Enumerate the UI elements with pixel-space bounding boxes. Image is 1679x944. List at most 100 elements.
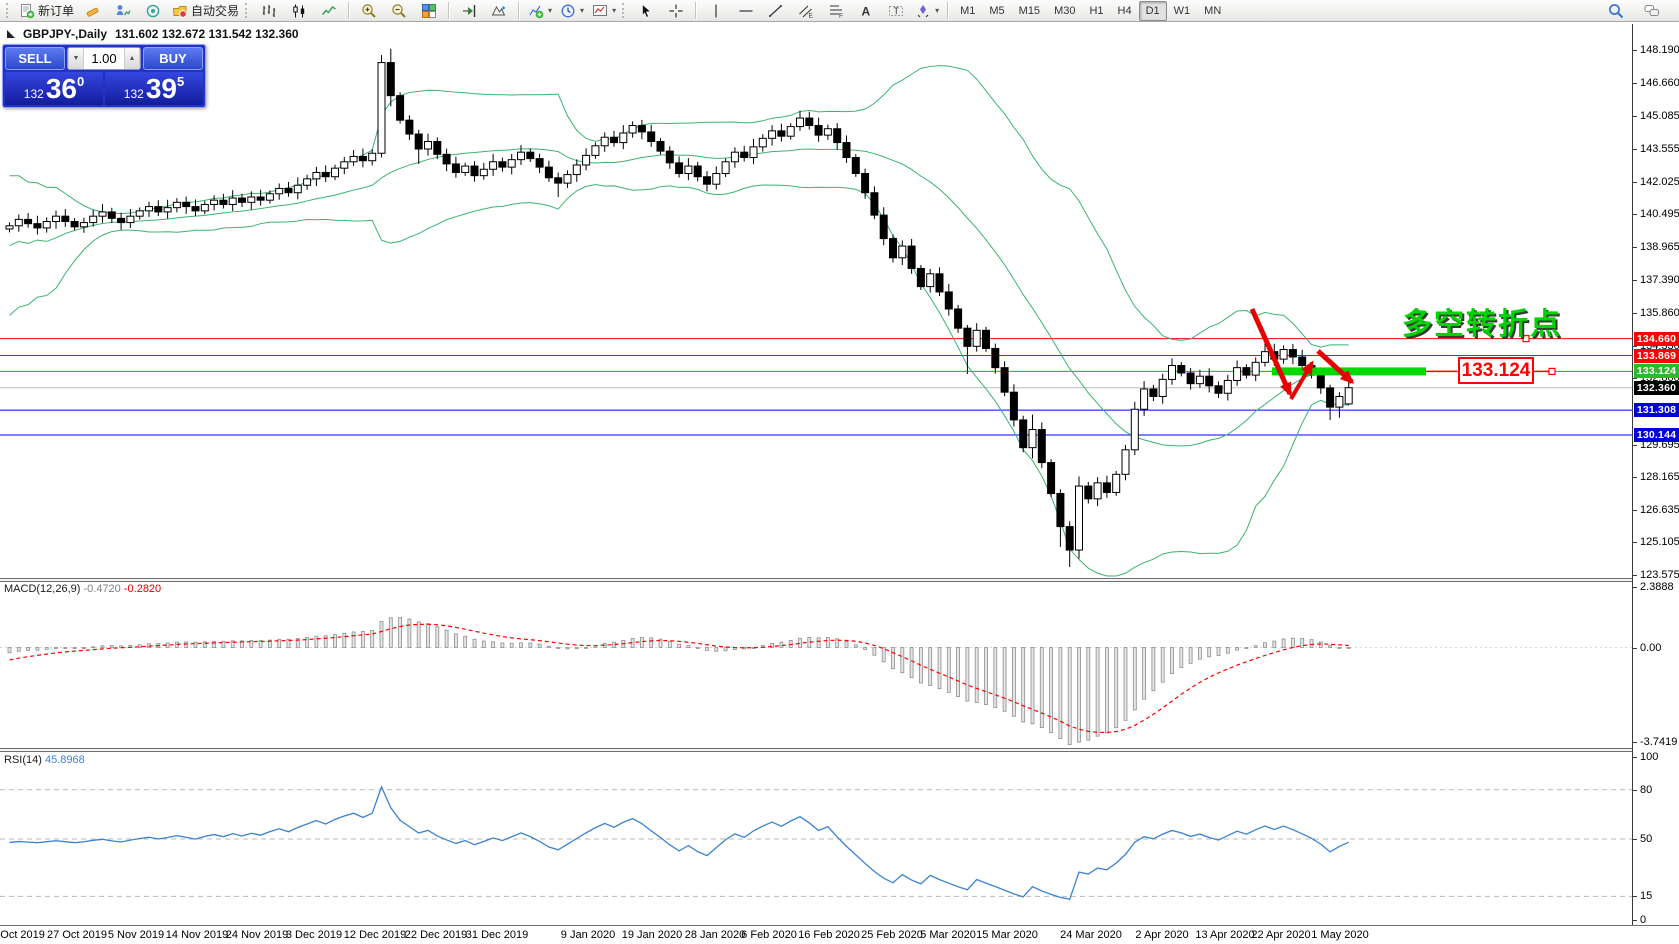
sell-button[interactable]: SELL bbox=[5, 47, 65, 70]
indicators-button[interactable]: ▾ bbox=[524, 0, 556, 22]
zoom-out-button[interactable] bbox=[384, 0, 414, 22]
macd-bar bbox=[1105, 648, 1108, 733]
line-handle[interactable] bbox=[1549, 368, 1555, 374]
equidistant-channel-button[interactable]: E bbox=[791, 0, 821, 22]
candle bbox=[1345, 381, 1352, 405]
dropdown-arrow-icon[interactable]: ▾ bbox=[935, 6, 939, 15]
macd-bar bbox=[213, 641, 216, 647]
sell-price-point: 0 bbox=[77, 74, 84, 89]
volume-decrease-button[interactable]: ▼ bbox=[68, 48, 84, 69]
candle bbox=[787, 123, 794, 139]
candle bbox=[880, 207, 887, 245]
periods-button[interactable]: ▾ bbox=[556, 0, 588, 22]
macd-bar bbox=[334, 635, 337, 648]
horizontal-level-lines[interactable] bbox=[0, 339, 1632, 435]
autotrade-button[interactable]: 自动交易 bbox=[168, 0, 243, 22]
candle bbox=[694, 162, 701, 182]
macd-bar bbox=[1012, 648, 1015, 717]
macd-bar bbox=[389, 618, 392, 648]
vertical-line-button[interactable] bbox=[701, 0, 731, 22]
dropdown-arrow-icon[interactable]: ▾ bbox=[612, 6, 616, 15]
price-tick-label: 128.165 bbox=[1640, 471, 1679, 483]
fibonacci-button[interactable]: F bbox=[821, 0, 851, 22]
macd-bar bbox=[1236, 648, 1239, 651]
timeframe-d1-button[interactable]: D1 bbox=[1139, 1, 1167, 21]
rsi-tick-label: 100 bbox=[1640, 751, 1658, 763]
tile-windows-button[interactable] bbox=[414, 0, 444, 22]
market-profile-button[interactable] bbox=[108, 0, 138, 22]
vline-icon bbox=[708, 3, 724, 19]
sell-price[interactable]: 132 36 0 bbox=[5, 72, 103, 105]
date-label: 13 Apr 2020 bbox=[1195, 929, 1254, 941]
horizontal-line-button[interactable] bbox=[731, 0, 761, 22]
macd-bar bbox=[585, 647, 588, 648]
chat-button[interactable] bbox=[1637, 0, 1667, 22]
candle bbox=[146, 202, 153, 217]
marker-button[interactable] bbox=[78, 0, 108, 22]
timeframe-m15-button[interactable]: M15 bbox=[1012, 1, 1047, 21]
chart-expand-icon[interactable] bbox=[7, 30, 15, 38]
timeframe-m1-button[interactable]: M1 bbox=[953, 1, 982, 21]
dropdown-arrow-icon[interactable]: ▾ bbox=[580, 6, 584, 15]
macd-bar bbox=[473, 639, 476, 647]
timeframe-w1-button[interactable]: W1 bbox=[1167, 1, 1198, 21]
candle bbox=[834, 123, 841, 150]
bars-icon bbox=[261, 3, 277, 19]
signals-button[interactable] bbox=[138, 0, 168, 22]
templates-button[interactable]: ▾ bbox=[588, 0, 620, 22]
timeframe-h4-button[interactable]: H4 bbox=[1111, 1, 1139, 21]
search-button[interactable] bbox=[1601, 0, 1631, 22]
arrows-shapes-button[interactable]: ▾ bbox=[911, 0, 943, 22]
macd-tick-label: -3.7419 bbox=[1640, 736, 1677, 748]
macd-bar bbox=[1226, 648, 1229, 654]
macd-signal-value: -0.2820 bbox=[124, 583, 161, 595]
line-chart-button[interactable] bbox=[314, 0, 344, 22]
price-axis[interactable]: 148.190146.660145.085143.555142.025140.4… bbox=[1632, 24, 1679, 925]
macd-bar bbox=[826, 638, 829, 648]
trendline-button[interactable] bbox=[761, 0, 791, 22]
bar-chart-button[interactable] bbox=[254, 0, 284, 22]
chart-canvas[interactable] bbox=[0, 24, 1632, 925]
cursor-button[interactable] bbox=[631, 0, 661, 22]
price-tickmark bbox=[1633, 378, 1637, 379]
volume-increase-button[interactable]: ▲ bbox=[124, 48, 140, 69]
macd-tickmark bbox=[1633, 587, 1637, 588]
candle bbox=[666, 146, 673, 169]
buy-button[interactable]: BUY bbox=[143, 47, 203, 70]
timeframe-m5-button[interactable]: M5 bbox=[982, 1, 1011, 21]
price-tickmark bbox=[1633, 214, 1637, 215]
timeframe-mn-button[interactable]: MN bbox=[1197, 1, 1228, 21]
candle bbox=[304, 175, 311, 190]
candle bbox=[1234, 361, 1241, 386]
toolbar-right bbox=[1601, 0, 1675, 22]
text-button[interactable]: A bbox=[851, 0, 881, 22]
zoom-in-button[interactable] bbox=[354, 0, 384, 22]
crosshair-button[interactable] bbox=[661, 0, 691, 22]
tline-icon bbox=[768, 3, 784, 19]
auto-scroll-button[interactable] bbox=[484, 0, 514, 22]
panel-separator[interactable] bbox=[0, 578, 1679, 582]
candle bbox=[1206, 368, 1213, 392]
candle bbox=[722, 158, 729, 177]
rsi-value: 45.8968 bbox=[45, 754, 85, 766]
candle bbox=[239, 194, 246, 207]
price-tickmark bbox=[1633, 116, 1637, 117]
panel-separator[interactable] bbox=[0, 748, 1679, 752]
candle bbox=[704, 171, 711, 191]
timeframe-h1-button[interactable]: H1 bbox=[1082, 1, 1110, 21]
timeframe-m30-button[interactable]: M30 bbox=[1047, 1, 1082, 21]
price-tickmark bbox=[1633, 83, 1637, 84]
volume-input[interactable]: 1.00 bbox=[84, 48, 124, 69]
candle bbox=[471, 161, 478, 181]
chart-shift-button[interactable] bbox=[454, 0, 484, 22]
date-axis[interactable]: 7 Oct 201927 Oct 20195 Nov 201914 Nov 20… bbox=[0, 926, 1632, 944]
text-label-button[interactable]: T bbox=[881, 0, 911, 22]
support-zone-bar[interactable] bbox=[1272, 367, 1426, 375]
macd-tickmark bbox=[1633, 648, 1637, 649]
new-order-button[interactable]: 新订单 bbox=[15, 0, 78, 22]
volume-field[interactable]: ▼ 1.00 ▲ bbox=[67, 47, 141, 70]
macd-bar bbox=[780, 642, 783, 647]
candlestick-chart-button[interactable] bbox=[284, 0, 314, 22]
dropdown-arrow-icon[interactable]: ▾ bbox=[548, 6, 552, 15]
buy-price[interactable]: 132 39 5 bbox=[105, 72, 203, 105]
